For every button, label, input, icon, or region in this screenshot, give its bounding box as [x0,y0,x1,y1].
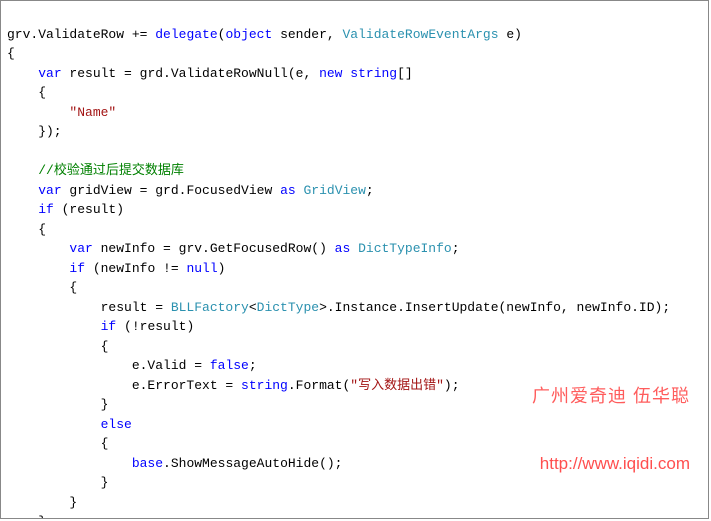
keyword-if: if [38,202,54,217]
keyword-delegate: delegate [155,27,217,42]
watermark-url: http://www.iqidi.com [532,451,690,477]
keyword-else: else [101,417,132,432]
keyword-object: object [225,27,272,42]
keyword-if: if [101,319,117,334]
type-dicttype: DictType [257,300,319,315]
keyword-as: as [280,183,296,198]
type-dicttypeinfo: DictTypeInfo [358,241,452,256]
code-text: grv.ValidateRow += [7,27,155,42]
keyword-string: string [241,378,288,393]
type-gridview: GridView [303,183,365,198]
keyword-var: var [38,183,61,198]
keyword-var: var [38,66,61,81]
keyword-var: var [69,241,92,256]
keyword-string: string [350,66,397,81]
watermark-text: 广州爱奇迪 伍华聪 [532,383,690,410]
keyword-as: as [335,241,351,256]
keyword-if: if [69,261,85,276]
code-block: grv.ValidateRow += delegate(object sende… [0,0,709,519]
string-literal: "写入数据出错" [350,378,444,393]
type-bllfactory: BLLFactory [171,300,249,315]
comment: //校验通过后提交数据库 [38,163,184,178]
string-literal: "Name" [69,105,116,120]
keyword-false: false [210,358,249,373]
keyword-null: null [186,261,217,276]
keyword-base: base [132,456,163,471]
type-validateroweventargs: ValidateRowEventArgs [343,27,499,42]
keyword-new: new [319,66,342,81]
watermark: 广州爱奇迪 伍华聪 http://www.iqidi.com [532,344,690,496]
